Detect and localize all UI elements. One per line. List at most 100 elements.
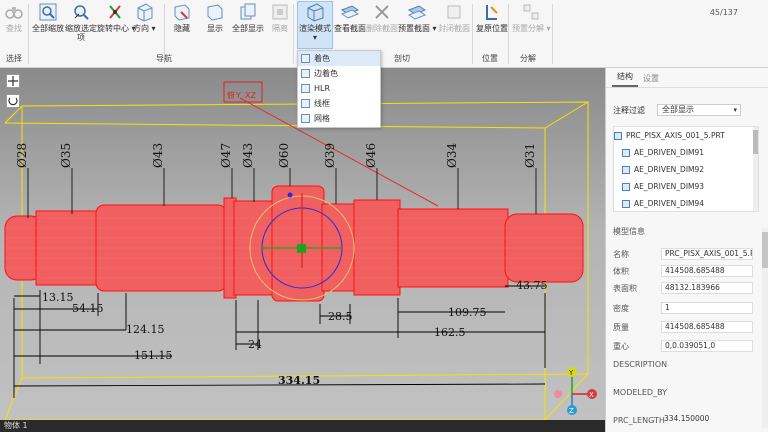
- render-mode-menu: 着色 边着色 HLR 线框 网格: [297, 50, 381, 128]
- preset-explode-button[interactable]: 预置分解 ▾: [512, 2, 551, 33]
- render-mode-button[interactable]: 渲染模式 ▾: [297, 1, 333, 49]
- dim-length: 109.75: [448, 306, 487, 319]
- menu-item-mesh[interactable]: 网格: [298, 111, 380, 126]
- show-all-button[interactable]: 全部显示: [232, 2, 264, 33]
- close-section-icon: [447, 5, 461, 19]
- menu-item-wireframe[interactable]: 线框: [298, 96, 380, 111]
- tab-structure[interactable]: 结构: [612, 71, 638, 87]
- hide-icon: [174, 4, 190, 21]
- menu-item-hlr[interactable]: HLR: [298, 81, 380, 96]
- tree-item[interactable]: AE_DRIVEN_DIM91: [614, 144, 758, 161]
- tree-item[interactable]: AE_DRIVEN_DIM93: [614, 178, 758, 195]
- dim-length: 124.15: [126, 323, 165, 336]
- panel-scrollbar[interactable]: [762, 228, 768, 428]
- dim-length: 28.5: [328, 310, 353, 323]
- rotate-tool-button[interactable]: [6, 94, 20, 108]
- view-label-top: 俯: [227, 90, 235, 100]
- hlr-icon: [301, 84, 310, 93]
- axis-label-y: Y: [568, 369, 574, 377]
- axis-label-z: Z: [569, 407, 574, 415]
- structure-tree: PRC_PISX_AXIS_001_5.PRT AE_DRIVEN_DIM91 …: [613, 126, 759, 212]
- info-row-volume: 体积 414508.685488: [613, 265, 763, 277]
- shaft-model: [4, 185, 584, 302]
- tree-item[interactable]: AE_DRIVEN_DIM92: [614, 161, 758, 178]
- dim-diameter: Ø34: [445, 143, 459, 168]
- find-button[interactable]: 查找: [4, 2, 24, 33]
- zoom-all-icon: [39, 3, 57, 21]
- move-icon: [8, 76, 18, 86]
- hide-button[interactable]: 隐藏: [172, 2, 192, 33]
- rotate-icon: [8, 97, 18, 106]
- page-counter: 45/137: [709, 8, 738, 17]
- dim-length: 24: [248, 338, 262, 351]
- show-button[interactable]: 显示: [205, 2, 225, 33]
- menu-item-shaded[interactable]: 着色: [298, 51, 380, 66]
- chevron-down-icon: ▾: [733, 106, 737, 114]
- tree-item[interactable]: AE_DRIVEN_DIM94: [614, 195, 758, 211]
- orientation-button[interactable]: 方向 ▾: [133, 2, 156, 33]
- preset-explode-icon: [523, 4, 539, 20]
- restore-position-button[interactable]: 复原位置: [476, 2, 508, 33]
- filter-label: 注释过滤: [613, 105, 645, 115]
- ribbon-separator: [293, 4, 294, 64]
- dim-diameter: Ø39: [323, 143, 337, 168]
- group-label-select: 选择: [6, 54, 22, 63]
- filter-select[interactable]: 全部显示 ▾: [657, 104, 741, 116]
- axis-label-x: X: [589, 391, 594, 399]
- preset-section-button[interactable]: 预置截面 ▾: [398, 2, 437, 33]
- info-row-density: 密度 1: [613, 302, 763, 314]
- tree-item-root[interactable]: PRC_PISX_AXIS_001_5.PRT: [614, 127, 758, 144]
- shaded-icon: [301, 54, 310, 63]
- preset-section-icon: [408, 5, 427, 20]
- diameter-labels: Ø28 Ø35 Ø43 Ø47 Ø43 Ø60 Ø39 Ø46 Ø34 Ø31: [15, 143, 537, 168]
- isolate-icon: [272, 4, 288, 20]
- wireframe-icon: [301, 99, 310, 108]
- annotation-filter: 注释过滤 全部显示 ▾: [613, 104, 741, 116]
- zoom-selected-button[interactable]: 缩放选定项: [64, 2, 98, 42]
- info-row-description: DESCRIPTION: [613, 359, 668, 369]
- view-section-icon: [340, 5, 360, 19]
- show-icon: [207, 4, 223, 21]
- tab-settings[interactable]: 设置: [638, 73, 664, 87]
- group-label-navigate: 导航: [156, 54, 172, 63]
- dim-diameter: Ø43: [151, 143, 165, 168]
- chevron-down-icon: ▾: [312, 33, 317, 42]
- dim-diameter: Ø47: [219, 143, 233, 168]
- group-label-explode: 分解: [520, 54, 536, 63]
- mesh-icon: [301, 114, 310, 123]
- delete-section-button[interactable]: 删除截面: [366, 2, 398, 33]
- menu-item-shaded-edges[interactable]: 边着色: [298, 66, 380, 81]
- group-label-section: 剖切: [394, 54, 410, 63]
- pan-tool-button[interactable]: [6, 74, 20, 88]
- panel-tabs: 结构 设置: [606, 68, 768, 88]
- viewer-app: 查找 全部缩放 缩放选定项 旋转中心 ▾ 方向 ▾ 隐藏 显示 全部显示 隔离 …: [0, 0, 768, 432]
- dim-length: 54.15: [72, 302, 104, 315]
- view-section-button[interactable]: 查看截面: [334, 2, 366, 33]
- info-row-centroid: 重心 0,0.039051,0: [613, 340, 763, 352]
- dimension-icon: [622, 165, 630, 174]
- view-label-xz: XZ: [245, 91, 256, 100]
- status-bar: 物体 1: [0, 420, 605, 432]
- rotate-center-button[interactable]: 旋转中心 ▾: [97, 2, 136, 33]
- part-icon: [614, 131, 622, 140]
- orientation-icon: [137, 3, 153, 22]
- binoculars-icon: [5, 7, 23, 19]
- rotate-center-icon: [109, 5, 122, 19]
- view-label: 俯 Y XZ: [223, 81, 263, 103]
- view-label-y: Y: [235, 91, 241, 100]
- dimension-icon: [622, 182, 630, 191]
- tree-scrollbar[interactable]: [753, 127, 758, 211]
- dim-diameter: Ø46: [364, 143, 378, 168]
- dim-length: 162.5: [434, 326, 466, 339]
- ribbon-separator: [472, 4, 473, 64]
- dim-length: 13.15: [42, 291, 74, 304]
- ribbon-toolbar: 查找 全部缩放 缩放选定项 旋转中心 ▾ 方向 ▾ 隐藏 显示 全部显示 隔离 …: [0, 0, 768, 68]
- zoom-selected-icon: [74, 5, 89, 20]
- show-all-icon: [240, 3, 256, 20]
- close-section-button[interactable]: 封闭截面: [438, 2, 470, 33]
- info-row-mass: 质量 414508.685488: [613, 321, 763, 333]
- group-label-position: 位置: [482, 54, 498, 63]
- isolate-button[interactable]: 隔离: [270, 2, 290, 33]
- dim-length: 43.75: [516, 279, 548, 292]
- zoom-all-button[interactable]: 全部缩放: [32, 2, 64, 33]
